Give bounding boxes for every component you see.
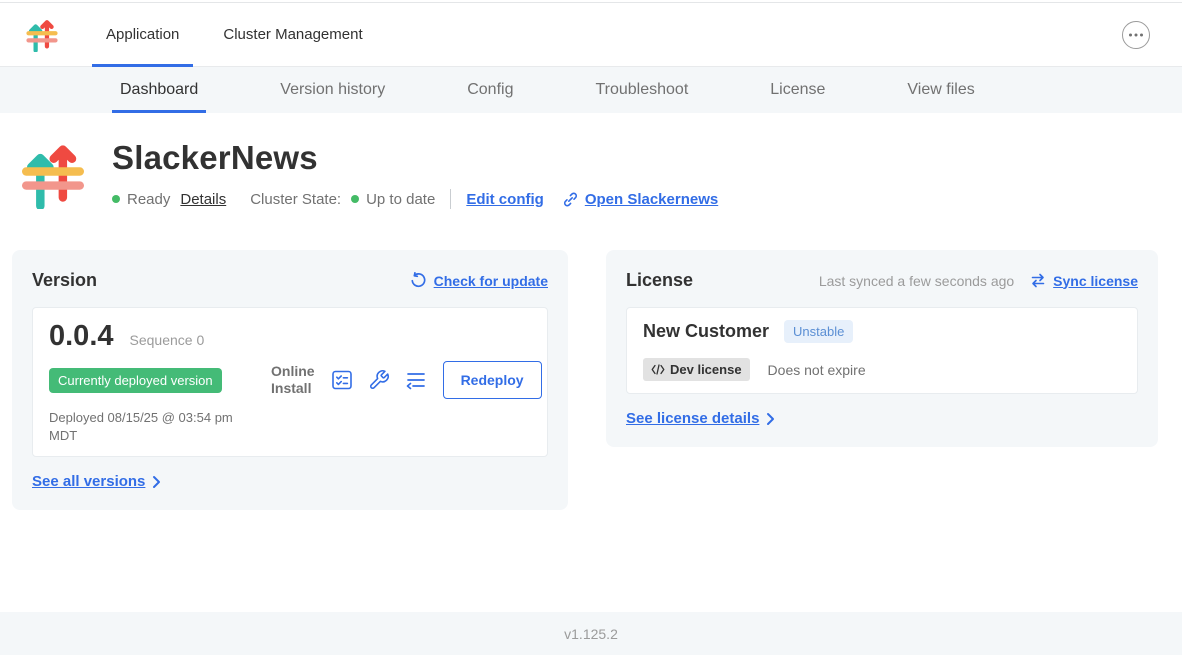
tab-troubleshoot[interactable]: Troubleshoot (587, 67, 696, 113)
tab-config[interactable]: Config (459, 67, 521, 113)
top-tabs: Application Cluster Management (92, 3, 393, 66)
version-card-header: Version Check for update (32, 270, 548, 291)
home-logo-link[interactable] (26, 3, 58, 66)
vertical-divider (450, 189, 451, 209)
status-details-link[interactable]: Details (180, 191, 226, 208)
cluster-state-value: Up to date (366, 191, 435, 208)
sync-license-label: Sync license (1053, 273, 1138, 289)
license-card: License Last synced a few seconds ago Sy… (606, 250, 1158, 447)
console-footer: v1.125.2 (0, 612, 1182, 655)
overflow-menu-button[interactable] (1122, 21, 1150, 49)
license-detail-panel: New Customer Unstable Dev license (626, 307, 1138, 394)
chevron-right-icon (152, 475, 161, 489)
check-for-update-label: Check for update (434, 273, 548, 289)
current-version-panel: 0.0.4 Sequence 0 Currently deployed vers… (32, 307, 548, 457)
version-card: Version Check for update 0.0.4 Sequence … (12, 250, 568, 510)
cluster-state-label: Cluster State: (250, 191, 341, 208)
see-license-details-link[interactable]: See license details (626, 410, 1138, 427)
app-logo-icon (26, 18, 58, 52)
checklist-icon (331, 369, 353, 391)
app-status-dot (112, 195, 120, 203)
version-action-icons (331, 369, 427, 391)
app-status-text: Ready (127, 191, 170, 208)
top-navigation-bar: Application Cluster Management (0, 3, 1182, 67)
see-all-versions-link[interactable]: See all versions (32, 473, 548, 490)
license-card-header: License Last synced a few seconds ago Sy… (626, 270, 1138, 291)
license-type-row: Dev license Does not expire (643, 358, 1121, 381)
channel-badge: Unstable (784, 320, 853, 343)
license-type-label: Dev license (670, 362, 742, 377)
page-title: SlackerNews (112, 139, 718, 177)
install-type-line1: Online (271, 363, 315, 380)
see-license-details-label: See license details (626, 410, 759, 427)
license-card-title: License (626, 270, 693, 291)
sync-arrows-icon (1030, 273, 1046, 288)
cluster-state-dot (351, 195, 359, 203)
see-all-versions-label: See all versions (32, 473, 145, 490)
sequence-label: Sequence 0 (130, 332, 205, 348)
link-icon (562, 191, 579, 208)
license-type-badge: Dev license (643, 358, 750, 381)
tab-view-files[interactable]: View files (899, 67, 982, 113)
version-actions-row: Currently deployed version Online Instal… (49, 361, 531, 399)
sync-license-link[interactable]: Sync license (1030, 273, 1138, 289)
tab-dashboard[interactable]: Dashboard (112, 67, 206, 113)
config-button[interactable] (368, 369, 390, 391)
tab-cluster-management[interactable]: Cluster Management (209, 3, 376, 66)
deployed-status-badge: Currently deployed version (49, 368, 222, 393)
app-icon (22, 139, 84, 214)
view-logs-button[interactable] (405, 370, 427, 390)
code-icon (651, 364, 665, 375)
app-header-text: SlackerNews Ready Details Cluster State:… (112, 139, 718, 214)
check-for-update-link[interactable]: Check for update (410, 272, 548, 289)
tab-license[interactable]: License (762, 67, 833, 113)
logs-icon (405, 370, 427, 390)
license-sync-group: Last synced a few seconds ago Sync licen… (819, 273, 1138, 289)
license-expiration: Does not expire (768, 362, 866, 378)
tab-application[interactable]: Application (92, 3, 193, 66)
version-card-title: Version (32, 270, 97, 291)
dashboard-cards: Version Check for update 0.0.4 Sequence … (12, 250, 1158, 510)
refresh-icon (410, 272, 427, 289)
dashboard-main: SlackerNews Ready Details Cluster State:… (0, 113, 1182, 510)
tab-version-history[interactable]: Version history (272, 67, 393, 113)
console-version: v1.125.2 (564, 626, 618, 642)
deployed-timestamp: Deployed 08/15/25 @ 03:54 pm MDT (49, 409, 264, 444)
deployed-badge-wrap: Currently deployed version (49, 368, 271, 393)
customer-name: New Customer (643, 321, 769, 342)
last-synced-text: Last synced a few seconds ago (819, 273, 1014, 289)
license-customer-row: New Customer Unstable (643, 320, 1121, 343)
install-type-line2: Install (271, 380, 315, 397)
release-notes-button[interactable] (331, 369, 353, 391)
wrench-gear-icon (368, 369, 390, 391)
open-app-link-label: Open Slackernews (585, 191, 718, 208)
version-number: 0.0.4 (49, 320, 114, 353)
app-status-row: Ready Details Cluster State: Up to date … (112, 189, 718, 209)
app-sub-navigation: Dashboard Version history Config Trouble… (0, 67, 1182, 113)
ellipsis-icon (1128, 33, 1144, 37)
open-app-link[interactable]: Open Slackernews (562, 191, 718, 208)
chevron-right-icon (766, 412, 775, 426)
version-number-row: 0.0.4 Sequence 0 (49, 320, 531, 353)
install-type-label: Online Install (271, 363, 315, 397)
redeploy-button[interactable]: Redeploy (443, 361, 542, 399)
edit-config-link[interactable]: Edit config (466, 191, 544, 208)
app-header: SlackerNews Ready Details Cluster State:… (22, 139, 1158, 214)
